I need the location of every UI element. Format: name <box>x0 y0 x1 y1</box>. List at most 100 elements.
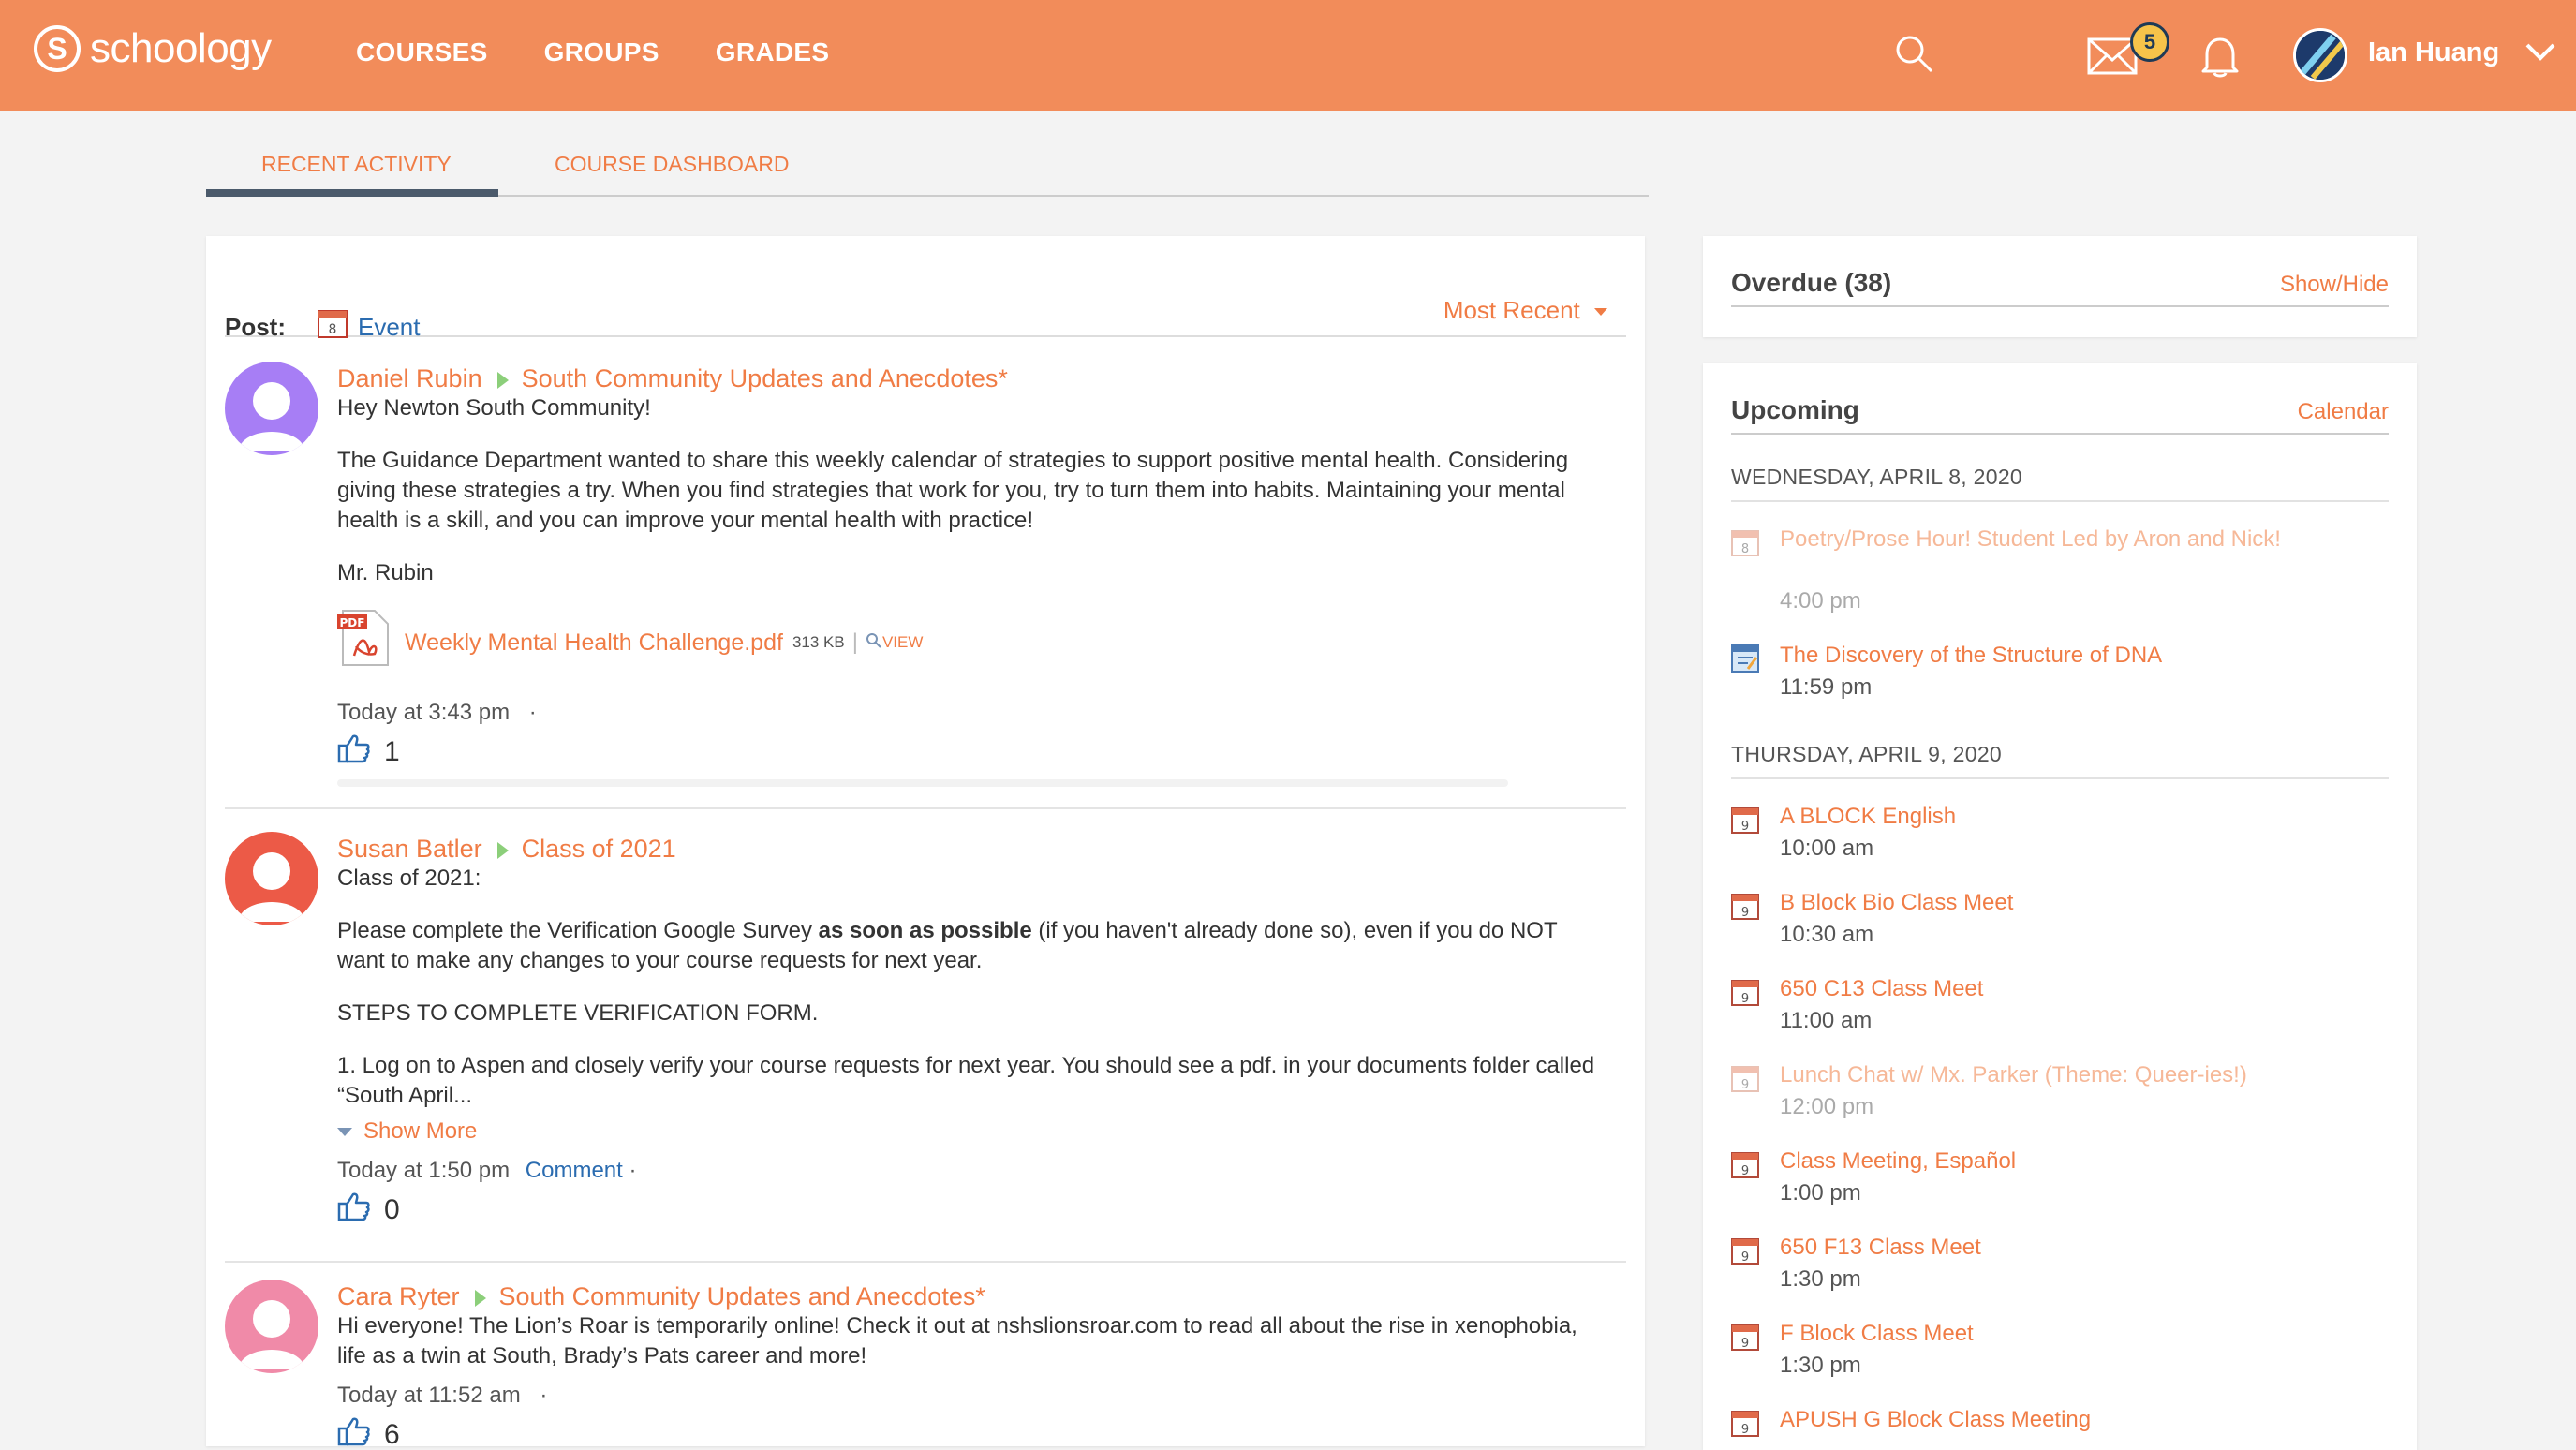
user-name[interactable]: Ian Huang <box>2368 37 2499 68</box>
day-heading: WEDNESDAY, APRIL 8, 2020 <box>1731 465 2389 502</box>
upcoming-header: Upcoming Calendar <box>1731 392 2389 435</box>
event-title[interactable]: The Discovery of the Structure of DNA <box>1780 641 2304 671</box>
thumbs-up-icon[interactable] <box>337 733 384 770</box>
post-event-link[interactable]: Event <box>358 313 421 342</box>
event-time: 1:30 pm <box>1780 1266 1861 1292</box>
feed-item-content: Susan Batler Class of 2021 Class of 2021:… <box>337 834 1607 1228</box>
magnifier-icon[interactable] <box>866 628 882 658</box>
nav-groups[interactable]: GROUPS <box>544 37 659 67</box>
post-meta: Today at 1:50 pm Comment · <box>337 1156 1607 1186</box>
event-title[interactable]: 650 C13 Class Meet <box>1780 974 2304 1004</box>
calendar-icon: 8 <box>1731 528 1759 563</box>
main-nav: COURSES GROUPS GRADES <box>356 37 885 67</box>
svg-text:9: 9 <box>1741 820 1749 834</box>
like-row: 1 <box>337 733 1607 770</box>
show-hide-link[interactable]: Show/Hide <box>2280 272 2389 298</box>
group-link[interactable]: Class of 2021 <box>522 835 676 863</box>
separator: | <box>851 629 858 655</box>
calendar-link[interactable]: Calendar <box>2298 399 2389 425</box>
view-attachment-link[interactable]: VIEW <box>882 628 923 658</box>
svg-text:9: 9 <box>1741 906 1749 920</box>
calendar-icon[interactable]: 8 <box>317 307 348 346</box>
post-step-1: 1. Log on to Aspen and closely verify yo… <box>337 1053 1595 1108</box>
calendar-icon: 9 <box>1731 1409 1759 1443</box>
calendar-icon: 9 <box>1731 1064 1759 1099</box>
svg-text:9: 9 <box>1741 1250 1749 1265</box>
event-title[interactable]: Class Meeting, Español <box>1780 1147 2304 1176</box>
like-count: 1 <box>384 735 400 767</box>
author-link[interactable]: Daniel Rubin <box>337 364 482 392</box>
svg-text:8: 8 <box>329 322 337 337</box>
svg-text:9: 9 <box>1741 992 1749 1006</box>
group-link[interactable]: South Community Updates and Anecdotes* <box>522 364 1008 392</box>
schoology-logo[interactable]: S schoology <box>34 25 272 72</box>
thumbs-up-icon[interactable] <box>337 1191 384 1228</box>
event-time: 11:00 am <box>1780 1008 1873 1033</box>
attachment-file-size: 313 KB <box>792 632 845 651</box>
thumbs-up-icon[interactable] <box>337 1416 384 1446</box>
like-row: 0 <box>337 1191 1607 1228</box>
arrow-right-icon <box>474 1289 486 1307</box>
group-link[interactable]: South Community Updates and Anecdotes* <box>499 1282 985 1310</box>
bell-icon[interactable] <box>2199 34 2241 85</box>
overdue-title: Overdue (38) <box>1731 268 1892 297</box>
event-title[interactable]: Lunch Chat w/ Mx. Parker (Theme: Queer-i… <box>1780 1060 2304 1090</box>
event-title[interactable]: F Block Class Meet <box>1780 1319 2304 1349</box>
author-link[interactable]: Cara Ryter <box>337 1282 460 1310</box>
event-title[interactable]: 650 F13 Class Meet <box>1780 1233 2304 1263</box>
event-title[interactable]: B Block Bio Class Meet <box>1780 888 2304 918</box>
sort-dropdown[interactable]: Most Recent <box>1443 296 1607 325</box>
attachment-file-name[interactable]: Weekly Mental Health Challenge.pdf <box>405 628 783 658</box>
nav-grades[interactable]: GRADES <box>716 37 830 67</box>
meta-dot: · <box>528 700 537 725</box>
calendar-icon: 9 <box>1731 806 1759 840</box>
user-avatar[interactable] <box>2293 28 2347 82</box>
post-timestamp: Today at 1:50 pm <box>337 1158 511 1183</box>
feed-item-content: Daniel Rubin South Community Updates and … <box>337 363 1607 770</box>
post-signoff: Mr. Rubin <box>337 560 434 585</box>
svg-text:9: 9 <box>1741 1078 1749 1092</box>
calendar-icon: 9 <box>1731 1323 1759 1357</box>
nav-courses[interactable]: COURSES <box>356 37 488 67</box>
svg-text:PDF: PDF <box>340 616 365 629</box>
post-body: Please complete the Verification Google … <box>337 918 1558 973</box>
show-more-link[interactable]: Show More <box>337 1117 1607 1147</box>
sort-dropdown-label: Most Recent <box>1443 296 1580 324</box>
mail-count-badge: 5 <box>2130 22 2169 62</box>
tab-recent-activity[interactable]: RECENT ACTIVITY <box>261 152 452 177</box>
svg-text:9: 9 <box>1741 1164 1749 1178</box>
calendar-icon: 9 <box>1731 892 1759 926</box>
pdf-icon: PDF <box>337 609 393 675</box>
chevron-down-icon[interactable] <box>2524 41 2557 70</box>
calendar-icon: 9 <box>1731 1236 1759 1271</box>
post-greeting: Hey Newton South Community! <box>337 395 651 421</box>
event-title[interactable]: Poetry/Prose Hour! Student Led by Aron a… <box>1780 525 2304 555</box>
feed-item: Susan Batler Class of 2021 Class of 2021:… <box>225 821 1626 1263</box>
author-link[interactable]: Susan Batler <box>337 835 482 863</box>
search-icon[interactable] <box>1894 34 1935 81</box>
feed-item-header: Cara Ryter South Community Updates and An… <box>337 1281 1607 1311</box>
post-bar: Post: 8 Event Most Recent <box>225 274 1626 341</box>
post-body: Hi everyone! The Lion’s Roar is temporar… <box>337 1313 1577 1369</box>
overdue-panel: Overdue (38) Show/Hide <box>1703 236 2417 337</box>
event-time: 1:00 pm <box>1780 1180 1861 1206</box>
event-title[interactable]: APUSH G Block Class Meeting <box>1780 1405 2304 1435</box>
event-time: 1:30 pm <box>1780 1353 1861 1378</box>
post-timestamp: Today at 3:43 pm <box>337 700 511 725</box>
arrow-right-icon <box>496 841 509 859</box>
post-meta: Today at 11:52 am · <box>337 1381 1607 1411</box>
event-title[interactable]: A BLOCK English <box>1780 802 2304 832</box>
avatar[interactable] <box>225 1280 318 1373</box>
caret-down-icon <box>1594 308 1607 317</box>
comment-link[interactable]: Comment <box>526 1158 623 1183</box>
day-heading: THURSDAY, APRIL 9, 2020 <box>1731 742 2389 779</box>
attachment: PDF Weekly Mental Health Challenge.pdf 3… <box>337 609 1607 675</box>
svg-text:8: 8 <box>1741 542 1749 556</box>
tab-course-dashboard[interactable]: COURSE DASHBOARD <box>555 152 789 177</box>
like-count: 6 <box>384 1418 400 1446</box>
assignment-icon <box>1731 644 1759 679</box>
avatar[interactable] <box>225 362 318 455</box>
meta-dot: · <box>540 1383 548 1408</box>
avatar[interactable] <box>225 832 318 925</box>
meta-dot: · <box>629 1158 637 1183</box>
